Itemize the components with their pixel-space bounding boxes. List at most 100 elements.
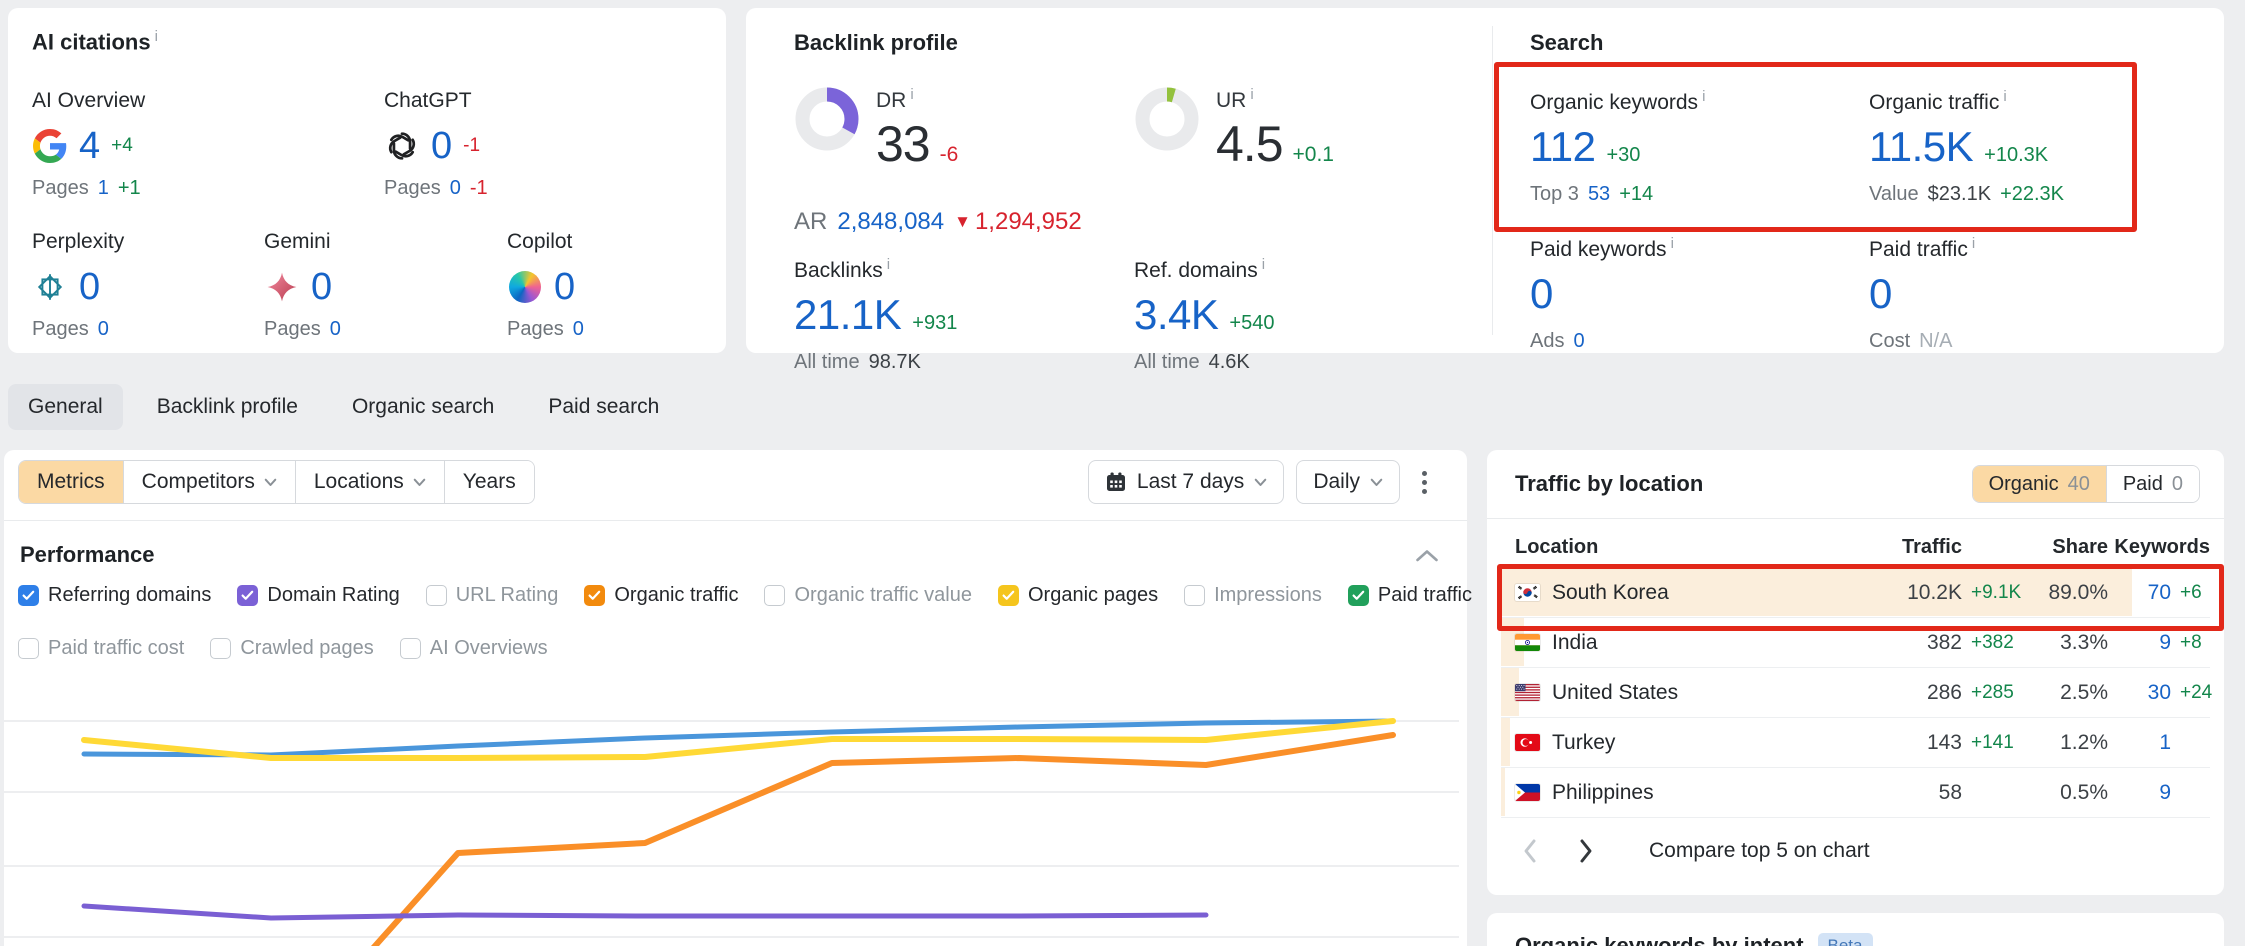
metric-checkbox-row-1: Referring domains Domain Rating URL Rati…: [18, 584, 1472, 607]
stat-value[interactable]: 112: [1530, 123, 1595, 171]
competitors-button[interactable]: Competitors: [123, 461, 295, 503]
compare-top-5-link[interactable]: Compare top 5 on chart: [1649, 839, 1870, 863]
prev-page-button[interactable]: [1515, 832, 1545, 870]
stat-value[interactable]: 0: [1530, 270, 1553, 318]
stat-block: Paid traffici 0 CostN/A: [1869, 235, 2189, 353]
performance-chart[interactable]: [4, 690, 1459, 946]
section-divider: [1492, 26, 1493, 335]
checkbox-label: AI Overviews: [430, 637, 548, 660]
stat-label: Paid traffici: [1869, 235, 2189, 262]
checkbox-label: Crawled pages: [240, 637, 373, 660]
ai-source-label: Gemini: [264, 230, 507, 254]
stat-value[interactable]: 3.4K: [1134, 291, 1218, 339]
checkbox-label: Organic traffic value: [794, 584, 972, 607]
checkbox-ai-overviews[interactable]: AI Overviews: [400, 637, 548, 660]
table-row[interactable]: Philippines 58 0.5% 9: [1501, 768, 2210, 818]
info-icon[interactable]: i: [1702, 88, 1705, 105]
checkbox-icon: [400, 638, 421, 659]
stat-label: Paid keywordsi: [1530, 235, 1850, 262]
keywords-by-intent-title: Organic keywords by intent: [1515, 933, 1804, 946]
years-button[interactable]: Years: [444, 461, 534, 503]
ai-citations-value[interactable]: 0: [554, 266, 575, 309]
checkbox-icon: [237, 585, 258, 606]
stat-block: Backlinksi 21.1K +931 All time98.7K: [794, 256, 1114, 374]
checkbox-impressions[interactable]: Impressions: [1184, 584, 1322, 607]
stat-block: Organic traffici 11.5K +10.3K Value$23.1…: [1869, 88, 2189, 206]
backlink-search-card: Backlink profile DRi 33-6 URi 4.5+0.1 AR: [746, 8, 2224, 353]
location-table: South Korea 10.2K +9.1K 89.0% 70 +6 Indi…: [1501, 568, 2210, 818]
info-icon[interactable]: i: [2003, 88, 2006, 105]
tab-paid-search[interactable]: Paid search: [528, 384, 679, 430]
ai-citations-value[interactable]: 0: [311, 266, 332, 309]
info-icon[interactable]: i: [1250, 86, 1253, 103]
checkbox-organic-traffic-value[interactable]: Organic traffic value: [764, 584, 972, 607]
keywords-value[interactable]: 30: [2108, 681, 2171, 705]
google-icon: [32, 128, 68, 164]
checkbox-referring-domains[interactable]: Referring domains: [18, 584, 211, 607]
stat-value[interactable]: 0: [1869, 270, 1892, 318]
toggle-organic[interactable]: Organic 40: [1973, 466, 2106, 502]
share-value: 0.5%: [2015, 781, 2108, 805]
tab-organic-search[interactable]: Organic search: [332, 384, 514, 430]
chevron-down-icon: [264, 478, 277, 487]
keywords-value[interactable]: 1: [2108, 731, 2171, 755]
metrics-button[interactable]: Metrics: [19, 461, 123, 503]
dr-diff: -6: [940, 143, 959, 167]
checkbox-paid-traffic[interactable]: Paid traffic: [1348, 584, 1472, 607]
checkbox-url-rating[interactable]: URL Rating: [426, 584, 559, 607]
checkbox-organic-pages[interactable]: Organic pages: [998, 584, 1158, 607]
traffic-value: 58: [1872, 781, 1962, 805]
date-range-button[interactable]: Last 7 days: [1088, 460, 1284, 504]
info-icon[interactable]: i: [1972, 235, 1975, 252]
keywords-by-intent-card: Organic keywords by intent Beta: [1487, 913, 2224, 946]
tab-backlink-profile[interactable]: Backlink profile: [137, 384, 318, 430]
more-options-button[interactable]: [1412, 465, 1437, 500]
ai-citations-value[interactable]: 4: [79, 125, 100, 168]
flag-icon-tr: [1515, 734, 1540, 751]
backlink-profile-title: Backlink profile: [794, 30, 958, 56]
table-row[interactable]: United States 286 +285 2.5% 30 +24: [1501, 668, 2210, 718]
info-icon[interactable]: i: [887, 256, 890, 273]
stat-value[interactable]: 21.1K: [794, 291, 901, 339]
checkbox-icon: [998, 585, 1019, 606]
ar-value[interactable]: 2,848,084: [837, 208, 944, 236]
traffic-by-location-card: Traffic by location Organic 40 Paid 0 Lo…: [1487, 450, 2224, 895]
toggle-paid[interactable]: Paid 0: [2106, 466, 2199, 502]
ai-citation-item: Copilot 0 Pages0: [507, 230, 726, 341]
url-rating-block: URi 4.5+0.1: [1134, 86, 1334, 173]
info-icon[interactable]: i: [910, 86, 913, 103]
info-icon[interactable]: i: [155, 28, 158, 45]
next-page-button[interactable]: [1571, 832, 1601, 870]
stat-value[interactable]: 11.5K: [1869, 123, 1973, 171]
flag-icon-ph: [1515, 784, 1540, 801]
table-row[interactable]: Turkey 143 +141 1.2% 1: [1501, 718, 2210, 768]
keywords-value[interactable]: 70: [2108, 581, 2171, 605]
keywords-value[interactable]: 9: [2108, 781, 2171, 805]
checkbox-organic-traffic[interactable]: Organic traffic: [584, 584, 738, 607]
tab-general[interactable]: General: [8, 384, 123, 430]
keywords-diff: +24: [2171, 682, 2210, 704]
tab-label: Backlink profile: [157, 395, 298, 418]
stat-subline: All time98.7K: [794, 351, 1114, 374]
checkbox-label: Organic traffic: [614, 584, 738, 607]
granularity-button[interactable]: Daily: [1296, 460, 1400, 504]
ai-citations-value[interactable]: 0: [79, 266, 100, 309]
checkbox-domain-rating[interactable]: Domain Rating: [237, 584, 399, 607]
table-row[interactable]: South Korea 10.2K +9.1K 89.0% 70 +6: [1501, 568, 2210, 618]
ai-citations-value[interactable]: 0: [431, 125, 452, 168]
checkbox-crawled-pages[interactable]: Crawled pages: [210, 637, 373, 660]
checkbox-paid-traffic-cost[interactable]: Paid traffic cost: [18, 637, 184, 660]
date-range-label: Last 7 days: [1137, 470, 1244, 494]
info-icon[interactable]: i: [1262, 256, 1265, 273]
checkbox-icon: [1348, 585, 1369, 606]
tab-bar: General Backlink profile Organic search …: [8, 384, 679, 430]
keywords-value[interactable]: 9: [2108, 631, 2171, 655]
location-name: United States: [1552, 681, 1678, 705]
dr-donut-chart: [794, 86, 860, 152]
info-icon[interactable]: i: [1671, 235, 1674, 252]
location-name: South Korea: [1552, 581, 1669, 605]
collapse-section-button[interactable]: [1415, 549, 1439, 562]
table-row[interactable]: India 382 +382 3.3% 9 +8: [1501, 618, 2210, 668]
column-keywords: Keywords: [2108, 536, 2210, 559]
locations-button[interactable]: Locations: [295, 461, 444, 503]
